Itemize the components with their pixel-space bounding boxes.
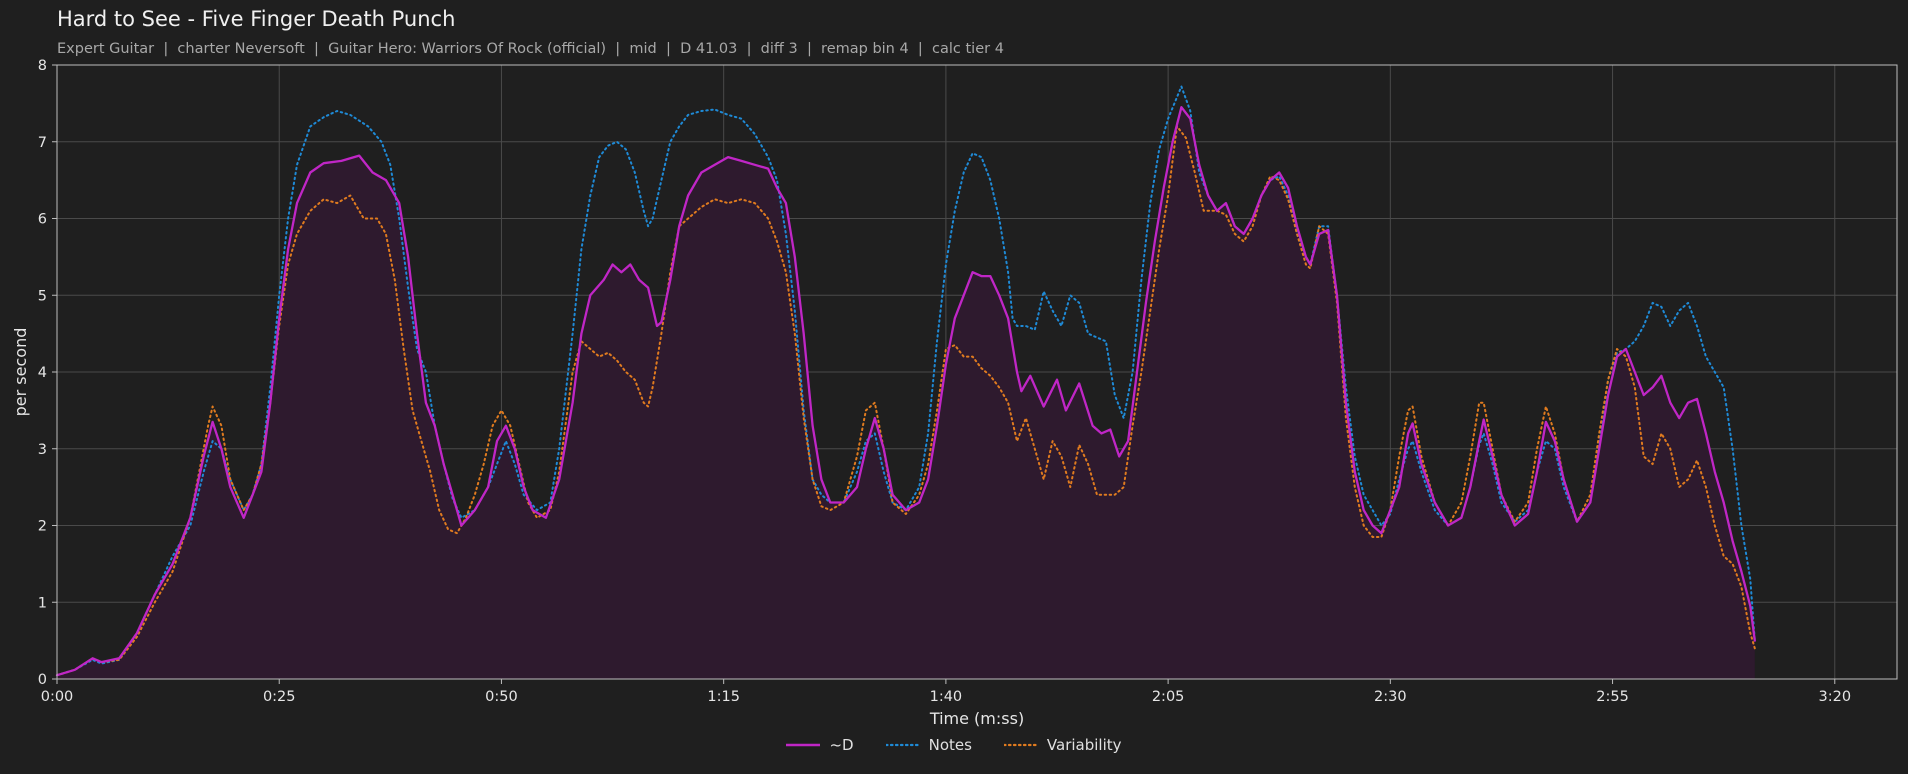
y-tick-label: 7	[38, 135, 47, 151]
legend-label-notes: Notes	[928, 736, 972, 754]
y-axis-ticks: 0 1 2 3 4 5 6 7 8	[38, 58, 57, 688]
y-tick-label: 4	[38, 365, 47, 381]
y-tick-label: 5	[38, 288, 47, 304]
y-tick-label: 1	[38, 595, 47, 611]
legend-item-variability[interactable]: Variability	[1003, 736, 1122, 754]
legend-label-variability: Variability	[1046, 736, 1122, 754]
x-axis-ticks: 0:00 0:25 0:50 1:15 1:40 2:05 2:30 2:55 3:20	[41, 679, 1851, 705]
x-tick-label: 1:15	[707, 689, 740, 705]
x-tick-label: 0:00	[41, 689, 74, 705]
chart-canvas: 0:00 0:25 0:50 1:15 1:40 2:05 2:30 2:55 3:20 0 1 2…	[11, 58, 1898, 728]
x-tick-label: 0:25	[263, 689, 296, 705]
y-tick-label: 3	[38, 442, 47, 458]
y-tick-label: 6	[38, 212, 47, 228]
x-tick-label: 2:05	[1152, 689, 1185, 705]
x-axis-label: Time (m:ss)	[929, 709, 1024, 728]
y-tick-label: 0	[38, 672, 47, 688]
legend-item-notes[interactable]: Notes	[885, 736, 972, 754]
x-tick-label: 2:30	[1374, 689, 1407, 705]
legend-swatch-variability	[1003, 743, 1038, 747]
x-tick-label: 1:40	[930, 689, 963, 705]
y-tick-label: 8	[38, 58, 47, 74]
legend-label-d: ~D	[829, 736, 854, 754]
x-tick-label: 3:20	[1818, 689, 1851, 705]
chart-legend: ~D Notes Variability	[0, 736, 1908, 754]
legend-swatch-notes	[885, 743, 920, 747]
x-tick-label: 2:55	[1596, 689, 1629, 705]
y-tick-label: 2	[38, 519, 47, 535]
y-axis-label: per second	[11, 328, 30, 417]
legend-swatch-d	[786, 743, 821, 747]
x-tick-label: 0:50	[485, 689, 518, 705]
legend-item-d[interactable]: ~D	[786, 736, 854, 754]
